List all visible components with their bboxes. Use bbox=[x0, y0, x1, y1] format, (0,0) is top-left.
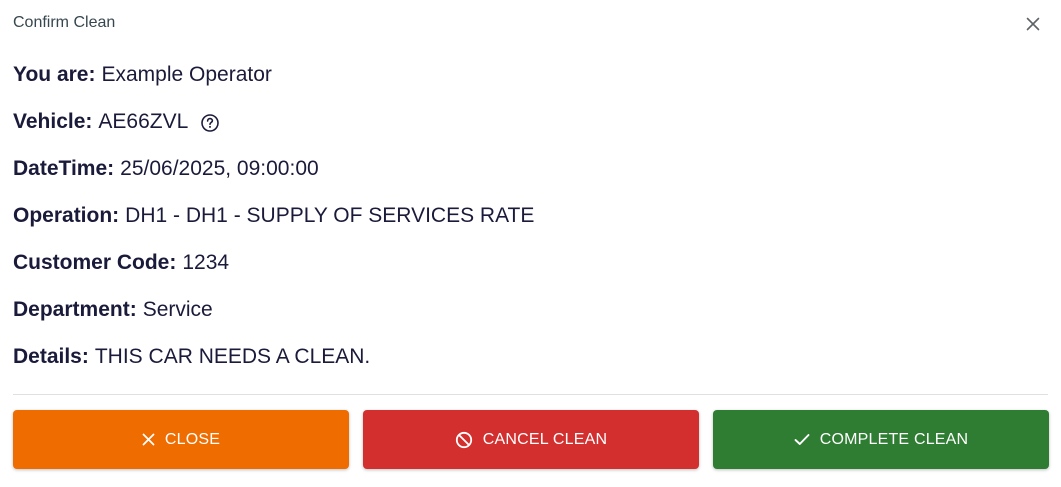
operator-label: You are: bbox=[13, 63, 96, 86]
help-circle-icon[interactable] bbox=[200, 113, 220, 133]
clean-details: You are: Example Operator Vehicle: AE66Z… bbox=[13, 60, 1048, 389]
close-button-label: CLOSE bbox=[164, 430, 221, 448]
customer-code-row: Customer Code: 1234 bbox=[13, 248, 1048, 295]
close-button[interactable]: CLOSE bbox=[13, 410, 349, 469]
operation-label: Operation: bbox=[13, 204, 120, 227]
datetime-label: DateTime: bbox=[13, 157, 115, 180]
cancel-clean-button[interactable]: CANCEL CLEAN bbox=[363, 410, 699, 469]
divider bbox=[13, 394, 1048, 395]
cancel-clean-button-label: CANCEL CLEAN bbox=[482, 430, 608, 448]
notes-row: Details: THIS CAR NEEDS A CLEAN. bbox=[13, 342, 1048, 389]
department-value: Service bbox=[142, 298, 213, 321]
dialog-close-button[interactable] bbox=[1021, 12, 1045, 36]
notes-value: THIS CAR NEEDS A CLEAN. bbox=[94, 345, 371, 368]
vehicle-label: Vehicle: bbox=[13, 110, 93, 133]
customer-code-value: 1234 bbox=[182, 251, 230, 274]
complete-clean-button-label: COMPLETE CLEAN bbox=[819, 430, 969, 448]
block-icon bbox=[455, 431, 472, 448]
dialog-title: Confirm Clean bbox=[13, 14, 116, 31]
check-icon bbox=[794, 434, 810, 445]
operator-row: You are: Example Operator bbox=[13, 60, 1048, 107]
dialog-header: Confirm Clean bbox=[13, 12, 1048, 36]
confirm-clean-dialog: Confirm Clean You are: Example Operator … bbox=[0, 0, 1061, 487]
notes-label: Details: bbox=[13, 345, 89, 368]
dialog-actions: CLOSE CANCEL CLEAN COMPLETE CLEAN bbox=[13, 410, 1049, 469]
department-row: Department: Service bbox=[13, 295, 1048, 342]
customer-code-label: Customer Code: bbox=[13, 251, 177, 274]
close-icon bbox=[142, 433, 155, 446]
operation-value: DH1 - DH1 - SUPPLY OF SERVICES RATE bbox=[125, 204, 535, 227]
operation-row: Operation: DH1 - DH1 - SUPPLY OF SERVICE… bbox=[13, 201, 1048, 248]
department-label: Department: bbox=[13, 298, 137, 321]
close-icon bbox=[1026, 17, 1040, 31]
datetime-value: 25/06/2025, 09:00:00 bbox=[120, 157, 319, 180]
complete-clean-button[interactable]: COMPLETE CLEAN bbox=[713, 410, 1049, 469]
operator-value: Example Operator bbox=[101, 63, 272, 86]
datetime-row: DateTime: 25/06/2025, 09:00:00 bbox=[13, 154, 1048, 201]
vehicle-value: AE66ZVL bbox=[98, 110, 189, 133]
vehicle-row: Vehicle: AE66ZVL bbox=[13, 107, 1048, 154]
